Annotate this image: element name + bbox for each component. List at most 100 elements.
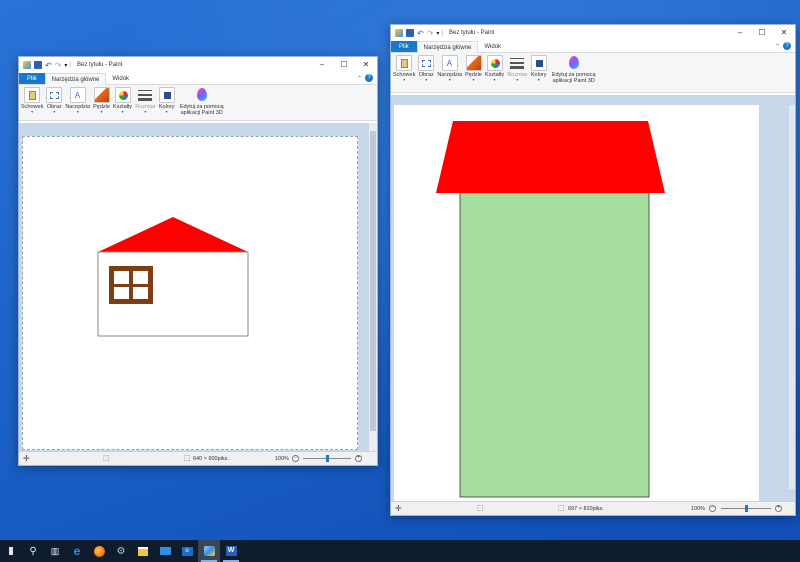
tab-home[interactable]: Narzędzia główne bbox=[416, 41, 479, 53]
shapes-icon bbox=[114, 87, 131, 103]
save-icon[interactable] bbox=[406, 29, 414, 37]
tab-view[interactable]: Widok bbox=[106, 73, 135, 84]
maximize-button[interactable]: ☐ bbox=[751, 25, 773, 41]
ribbon-paint3d[interactable]: Edytuj za pomocą aplikacji Paint 3D bbox=[550, 55, 598, 84]
maximize-button[interactable]: ☐ bbox=[333, 57, 355, 73]
paint-app-icon bbox=[395, 29, 403, 37]
title-bar[interactable]: ↶ ↷ ▾ | Bez tytułu - Paint – ☐ ✕ bbox=[391, 25, 795, 41]
paint-window-right[interactable]: ↶ ↷ ▾ | Bez tytułu - Paint – ☐ ✕ Plik Na… bbox=[390, 24, 796, 516]
clipboard-icon bbox=[24, 87, 41, 103]
ribbon-shapes[interactable]: Kształty ▾ bbox=[485, 55, 504, 82]
ribbon-brushes[interactable]: Pędzle ▾ bbox=[93, 87, 110, 114]
close-button[interactable]: ✕ bbox=[355, 57, 377, 73]
ribbon-tabs: Plik Narzędzia główne Widok ⌃ ? bbox=[19, 73, 377, 85]
zoom-out-button[interactable]: − bbox=[709, 505, 716, 512]
quick-access-toolbar: ↶ ↷ ▾ bbox=[23, 61, 67, 70]
tab-file[interactable]: Plik bbox=[19, 73, 45, 84]
firefox-icon bbox=[93, 545, 105, 557]
drawing-canvas[interactable] bbox=[394, 105, 759, 501]
ribbon: Schowek ▾ Obraz ▾ A Narzędzia ▾ Pędzle ▾… bbox=[19, 85, 377, 121]
chevron-down-icon: ▾ bbox=[144, 109, 147, 114]
title-bar[interactable]: ↶ ↷ ▾ | Bez tytułu - Paint – ☐ ✕ bbox=[19, 57, 377, 73]
ribbon-shapes[interactable]: Kształty ▾ bbox=[113, 87, 132, 114]
redo-icon[interactable]: ↷ bbox=[427, 29, 434, 38]
window-title: Bez tytułu - Paint bbox=[76, 62, 123, 68]
undo-icon[interactable]: ↶ bbox=[417, 29, 424, 38]
canvas-size-icon: ⬚ bbox=[184, 455, 191, 462]
ribbon-size[interactable]: Rozmiar ▾ bbox=[507, 55, 528, 82]
collapse-ribbon-icon[interactable]: ⌃ bbox=[775, 43, 780, 50]
image-select-icon bbox=[46, 87, 63, 103]
ribbon-colors[interactable]: Kolory ▾ bbox=[530, 55, 547, 82]
mail-button[interactable] bbox=[154, 540, 176, 562]
scroll-thumb[interactable] bbox=[789, 105, 795, 489]
zoom-in-button[interactable]: + bbox=[775, 505, 782, 512]
store-icon bbox=[138, 546, 148, 556]
ribbon-clipboard[interactable]: Schowek ▾ bbox=[21, 87, 43, 114]
scroll-thumb[interactable] bbox=[370, 131, 376, 431]
tab-home[interactable]: Narzędzia główne bbox=[44, 73, 107, 85]
ribbon-brushes[interactable]: Pędzle ▾ bbox=[465, 55, 482, 82]
left-drawing bbox=[97, 217, 249, 337]
zoom-out-button[interactable]: − bbox=[292, 455, 299, 462]
ribbon-label: Edytuj za pomocą aplikacji Paint 3D bbox=[551, 72, 596, 84]
save-icon[interactable] bbox=[34, 61, 42, 69]
vertical-scrollbar[interactable] bbox=[369, 123, 377, 453]
paint-taskbar-button[interactable] bbox=[198, 540, 220, 562]
task-view-button[interactable]: ▥ bbox=[44, 540, 66, 562]
ribbon-image[interactable]: Obraz ▾ bbox=[46, 87, 63, 114]
drawing-canvas[interactable] bbox=[22, 136, 358, 450]
ribbon-paint3d[interactable]: Edytuj za pomocą aplikacji Paint 3D bbox=[178, 87, 226, 116]
chevron-down-icon: ▾ bbox=[76, 109, 79, 114]
image-select-icon bbox=[418, 55, 435, 71]
tab-view[interactable]: Widok bbox=[478, 41, 507, 52]
firefox-button[interactable] bbox=[88, 540, 110, 562]
close-button[interactable]: ✕ bbox=[773, 25, 795, 41]
zoom-in-button[interactable]: + bbox=[355, 455, 362, 462]
quick-access-toolbar: ↶ ↷ ▾ bbox=[395, 29, 439, 38]
ribbon-image[interactable]: Obraz ▾ bbox=[418, 55, 435, 82]
minimize-button[interactable]: – bbox=[311, 57, 333, 73]
ribbon-colors[interactable]: Kolory ▾ bbox=[158, 87, 175, 114]
edge-button[interactable]: e bbox=[66, 540, 88, 562]
ribbon-clipboard[interactable]: Schowek ▾ bbox=[393, 55, 415, 82]
paint3d-icon bbox=[566, 55, 582, 71]
tab-file[interactable]: Plik bbox=[391, 41, 417, 52]
chevron-down-icon: ▾ bbox=[472, 77, 475, 82]
right-drawing bbox=[436, 121, 665, 498]
ribbon-size[interactable]: Rozmiar ▾ bbox=[135, 87, 156, 114]
start-button[interactable] bbox=[0, 540, 22, 562]
tools-icon: A bbox=[441, 55, 458, 71]
customize-qat-icon[interactable]: ▾ bbox=[436, 30, 439, 37]
search-button[interactable]: ⚲ bbox=[22, 540, 44, 562]
zoom-slider-thumb[interactable] bbox=[326, 455, 329, 462]
vertical-scrollbar[interactable] bbox=[761, 95, 795, 501]
title-separator: | bbox=[69, 62, 71, 68]
settings-icon: ⚙ bbox=[116, 545, 126, 557]
help-icon[interactable]: ? bbox=[783, 42, 791, 50]
redo-icon[interactable]: ↷ bbox=[55, 61, 62, 70]
outlook-button[interactable]: o bbox=[176, 540, 198, 562]
cursor-position-icon: ✛ bbox=[395, 504, 402, 513]
paint-window-left[interactable]: ↶ ↷ ▾ | Bez tytułu - Paint – ☐ ✕ Plik Na… bbox=[18, 56, 378, 466]
paint-icon bbox=[203, 546, 215, 556]
word-button[interactable]: W bbox=[220, 540, 242, 562]
undo-icon[interactable]: ↶ bbox=[45, 61, 52, 70]
settings-button[interactable]: ⚙ bbox=[110, 540, 132, 562]
word-icon: W bbox=[225, 546, 237, 556]
help-icon[interactable]: ? bbox=[365, 74, 373, 82]
brush-icon bbox=[465, 55, 482, 71]
minimize-button[interactable]: – bbox=[729, 25, 751, 41]
ribbon-tools[interactable]: A Narzędzia ▾ bbox=[65, 87, 90, 114]
customize-qat-icon[interactable]: ▾ bbox=[64, 62, 67, 69]
collapse-ribbon-icon[interactable]: ⌃ bbox=[357, 75, 362, 82]
zoom-slider-thumb[interactable] bbox=[745, 505, 748, 512]
chevron-down-icon: ▾ bbox=[165, 109, 168, 114]
clipboard-icon bbox=[396, 55, 413, 71]
canvas-dimensions: 640 × 600piks. bbox=[193, 456, 229, 462]
palette-icon bbox=[530, 55, 547, 71]
tower-roof bbox=[436, 121, 665, 193]
chevron-down-icon: ▾ bbox=[121, 109, 124, 114]
ribbon-tools[interactable]: A Narzędzia ▾ bbox=[437, 55, 462, 82]
store-button[interactable] bbox=[132, 540, 154, 562]
